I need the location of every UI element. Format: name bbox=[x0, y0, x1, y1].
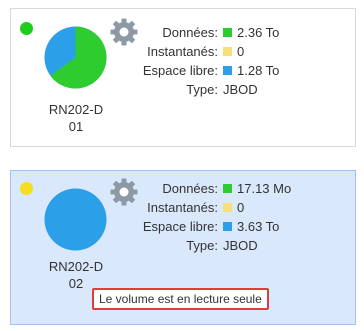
read-only-alert: Le volume est en lecture seule bbox=[92, 288, 269, 310]
stat-data-value: 2.36 To bbox=[237, 25, 280, 40]
volume-name: RN202-D 02 bbox=[11, 258, 141, 292]
volume-usage-pie bbox=[44, 26, 107, 89]
snapshots-swatch bbox=[223, 47, 232, 56]
status-ok-icon bbox=[20, 22, 33, 35]
volume-name-line2: 01 bbox=[68, 119, 84, 134]
volume-card-rn202-d01[interactable]: RN202-D 01 Données: 2.36 To Instantanés:… bbox=[10, 8, 356, 147]
pie-slice-free bbox=[44, 188, 107, 251]
stat-snapshots-value: 0 bbox=[237, 200, 245, 215]
volume-name: RN202-D 01 bbox=[11, 101, 141, 135]
stat-snapshots-label: Instantanés: bbox=[147, 200, 218, 215]
volume-card-rn202-d02[interactable]: RN202-D 02 Données: 17.13 Mo Instantanés… bbox=[10, 170, 356, 325]
data-swatch bbox=[223, 28, 232, 37]
status-warning-icon bbox=[20, 182, 33, 195]
stat-data-value: 17.13 Mo bbox=[237, 181, 292, 196]
gear-icon[interactable] bbox=[109, 177, 139, 207]
stat-data-label: Données: bbox=[162, 25, 218, 40]
stat-snapshots-label: Instantanés: bbox=[147, 44, 218, 59]
free-swatch bbox=[223, 222, 232, 231]
free-swatch bbox=[223, 66, 232, 75]
snapshots-swatch bbox=[223, 203, 232, 212]
stat-type-value: JBOD bbox=[223, 238, 258, 253]
stat-free-label: Espace libre: bbox=[142, 63, 218, 78]
gear-icon[interactable] bbox=[109, 17, 139, 47]
stat-free-value: 3.63 To bbox=[237, 219, 280, 234]
stat-type-label: Type: bbox=[186, 82, 218, 97]
volume-usage-pie bbox=[44, 188, 107, 251]
volume-name-line1: RN202-D bbox=[48, 102, 104, 117]
data-swatch bbox=[223, 184, 232, 193]
volume-name-line1: RN202-D bbox=[48, 259, 104, 274]
stat-free-label: Espace libre: bbox=[142, 219, 218, 234]
stat-snapshots-value: 0 bbox=[237, 44, 245, 59]
stat-data-label: Données: bbox=[162, 181, 218, 196]
stat-free-value: 1.28 To bbox=[237, 63, 280, 78]
stat-type-label: Type: bbox=[186, 238, 218, 253]
stat-type-value: JBOD bbox=[223, 82, 258, 97]
